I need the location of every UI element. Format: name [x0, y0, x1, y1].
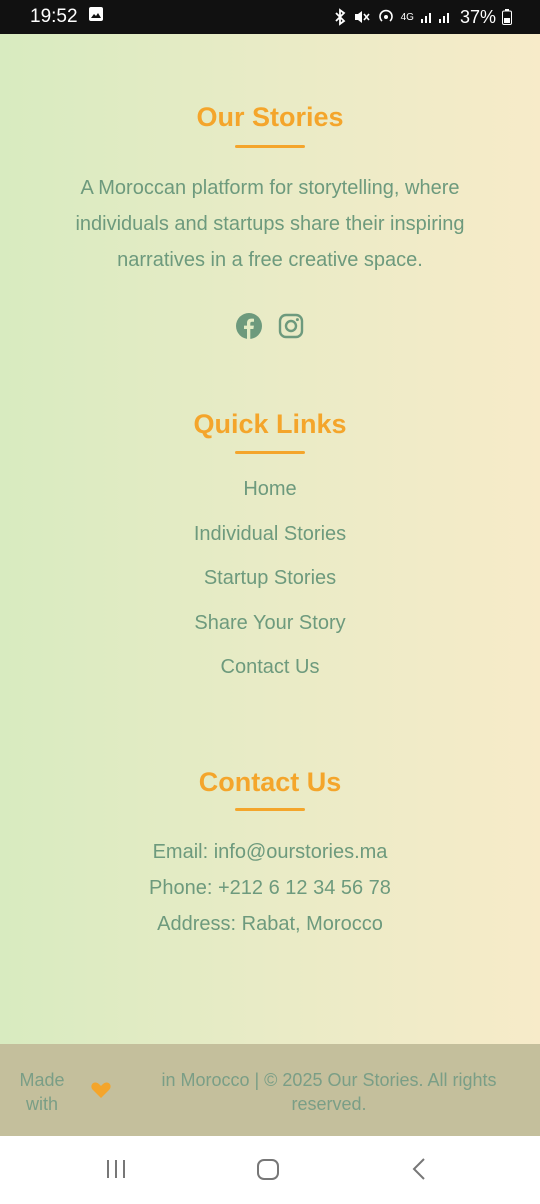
link-home[interactable]: Home: [243, 478, 296, 500]
navigation-bar: [0, 1136, 540, 1204]
link-contact-us[interactable]: Contact Us: [221, 656, 320, 678]
recent-apps-icon[interactable]: [104, 1156, 128, 1187]
facebook-icon[interactable]: [236, 313, 262, 339]
contact-title-underline: [235, 808, 305, 811]
list-item: Share Your Story: [0, 609, 540, 654]
home-icon[interactable]: [256, 1156, 280, 1187]
about-title: Our Stories: [196, 102, 344, 132]
contact-title: Contact Us: [198, 767, 342, 797]
link-individual-stories[interactable]: Individual Stories: [194, 523, 346, 545]
hotspot-icon: [377, 8, 395, 26]
about-description: A Moroccan platform for storytelling, wh…: [75, 177, 465, 271]
heart-icon: [90, 1080, 112, 1100]
social-links: [0, 313, 540, 339]
contact-info: Email: info@ourstories.ma Phone: +212 6 …: [0, 835, 540, 943]
footer-copyright: in Morocco | © 2025 Our Stories. All rig…: [161, 1070, 497, 1114]
about-title-underline: [235, 145, 305, 148]
link-share-your-story[interactable]: Share Your Story: [194, 612, 345, 634]
footer-made-with: Made with: [19, 1070, 65, 1114]
contact-phone[interactable]: Phone: +212 6 12 34 56 78: [0, 871, 540, 907]
list-item: Home: [0, 475, 540, 520]
quick-links-list: Home Individual Stories Startup Stories …: [0, 475, 540, 698]
mute-icon: [353, 9, 371, 25]
quick-links-title: Quick Links: [193, 409, 347, 439]
battery-level: 37%: [459, 6, 496, 27]
bluetooth-icon: [333, 8, 347, 26]
list-item: Individual Stories: [0, 520, 540, 565]
status-time: 19:52: [30, 6, 78, 27]
copyright-bar: Made with in Morocco | © 2025 Our Storie…: [0, 1044, 540, 1136]
gallery-icon: [88, 6, 104, 28]
list-item: Startup Stories: [0, 564, 540, 609]
contact-email[interactable]: Email: info@ourstories.ma: [0, 835, 540, 871]
contact-address: Address: Rabat, Morocco: [157, 913, 383, 935]
quick-links-title-underline: [235, 451, 305, 454]
list-item: Contact Us: [0, 653, 540, 698]
link-startup-stories[interactable]: Startup Stories: [204, 567, 336, 589]
signal-icon: [420, 10, 454, 24]
network-type: 4G: [400, 11, 414, 23]
footer-content: Our Stories A Moroccan platform for stor…: [0, 34, 540, 1136]
battery-icon: [502, 9, 512, 25]
instagram-icon[interactable]: [278, 313, 304, 339]
status-bar: 19:52 4G 37%: [0, 0, 540, 34]
back-icon[interactable]: [408, 1156, 432, 1187]
